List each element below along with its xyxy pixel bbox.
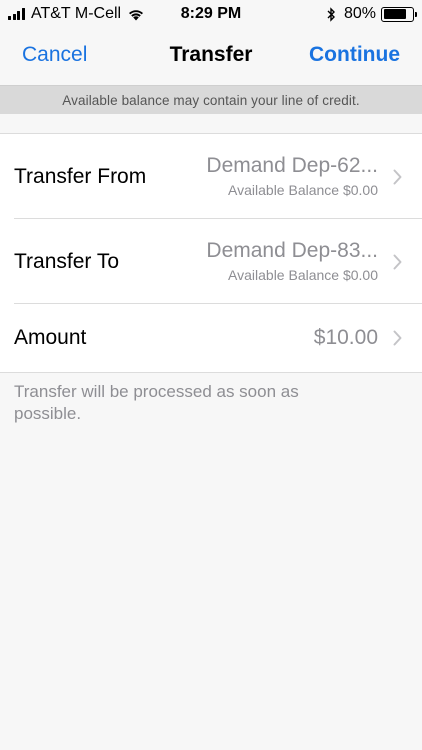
battery-icon [381,6,417,22]
transfer-to-account: Demand Dep-83... [206,239,378,262]
transfer-from-label: Transfer From [14,164,147,188]
credit-notice: Available balance may contain your line … [0,85,422,114]
continue-button[interactable]: Continue [309,43,400,67]
battery-percent: 80% [343,5,376,22]
chevron-right-icon [393,169,402,184]
amount-row[interactable]: Amount $10.00 [0,304,422,372]
transfer-form: Transfer From Demand Dep-62... Available… [0,133,422,373]
amount-label: Amount [14,326,87,349]
status-bar: AT&T M-Cell 8:29 PM 80% [0,0,422,30]
chevron-right-icon [393,254,402,269]
nav-bar: Cancel Transfer Continue [0,30,422,85]
transfer-to-row[interactable]: Transfer To Demand Dep-83... Available B… [0,219,422,304]
transfer-to-label: Transfer To [14,249,120,273]
chevron-right-icon [393,330,402,346]
processing-footnote: Transfer will be processed as soon as po… [14,382,299,423]
transfer-from-account: Demand Dep-62... [206,154,378,177]
status-right: 80% [326,5,417,23]
transfer-from-row[interactable]: Transfer From Demand Dep-62... Available… [0,134,422,219]
amount-value: $10.00 [313,326,378,349]
bluetooth-icon [327,6,335,22]
battery-fill [383,9,406,19]
transfer-to-balance: Available Balance $0.00 [228,267,378,283]
transfer-from-balance: Available Balance $0.00 [228,182,378,198]
